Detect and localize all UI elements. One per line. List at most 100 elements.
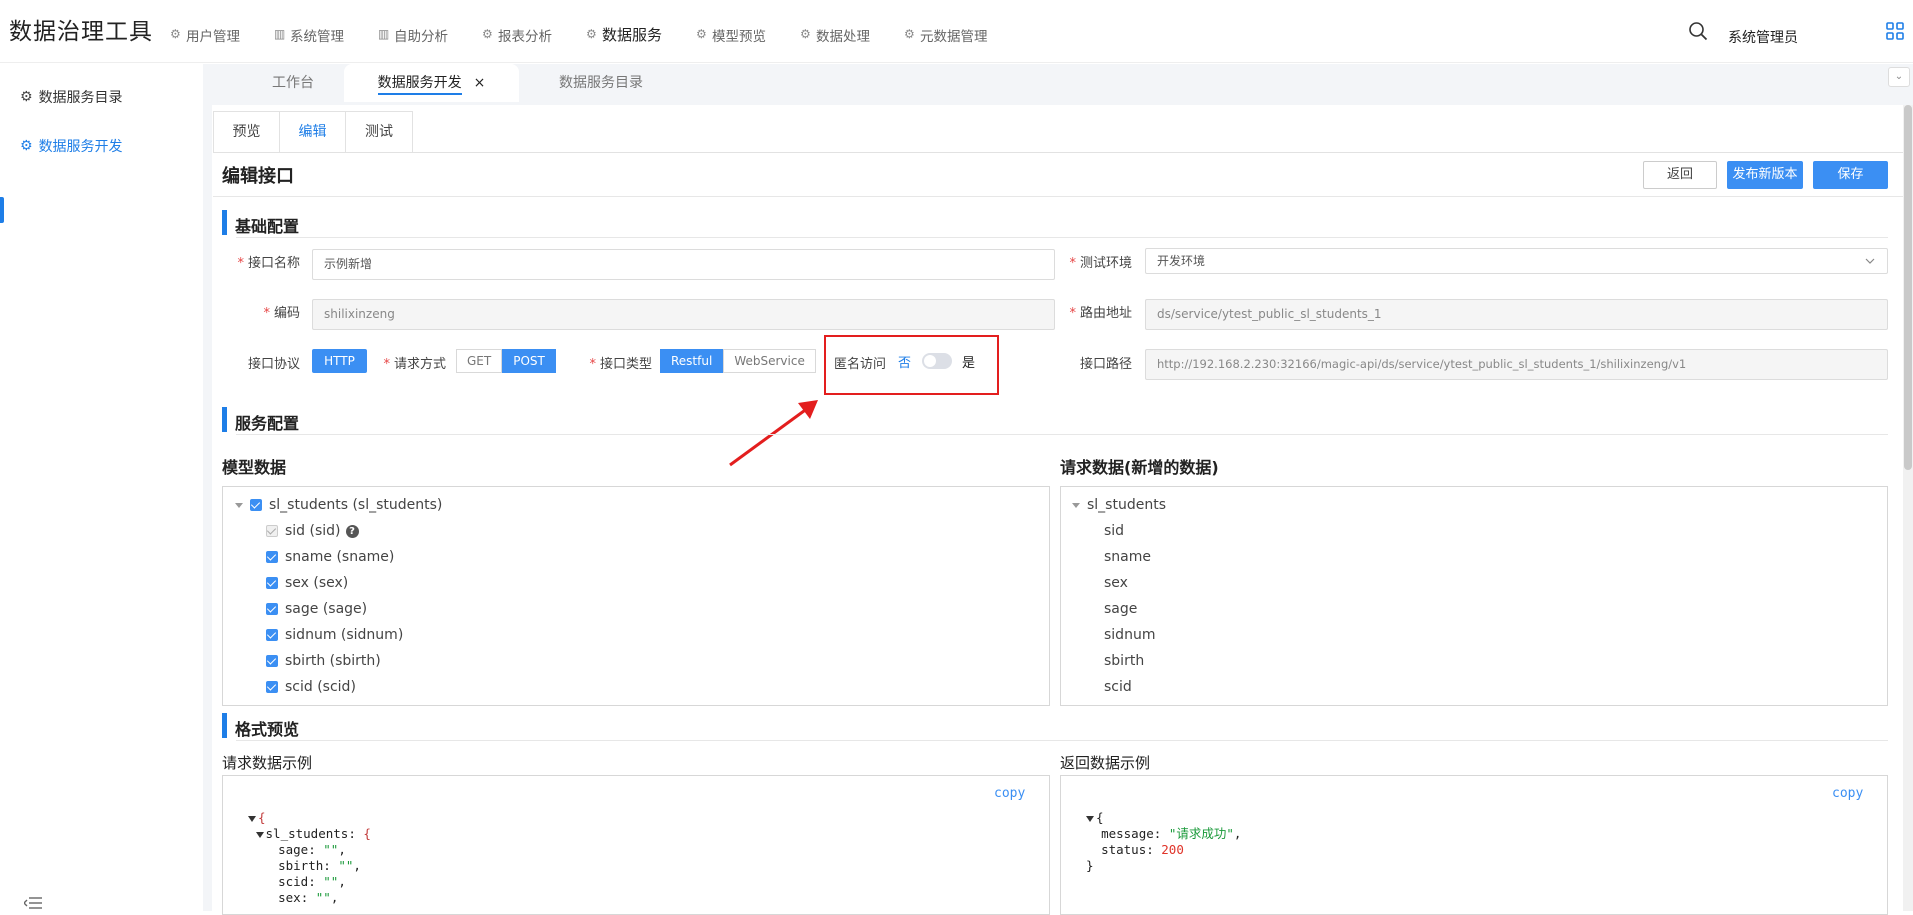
sidebar-item-label: 数据服务目录 bbox=[38, 90, 123, 106]
collapse-menu-icon[interactable] bbox=[24, 896, 42, 910]
tab-service-dev[interactable]: 数据服务开发 × bbox=[344, 64, 519, 102]
interface-path-input[interactable]: http://192.168.2.230:32166/magic-api/ds/… bbox=[1145, 349, 1888, 380]
tree-node[interactable]: sid (sid)? bbox=[266, 523, 359, 539]
nav-report-analysis[interactable]: ⚙ 报表分析 bbox=[482, 24, 552, 45]
interface-name-input[interactable]: 示例新增 bbox=[312, 249, 1055, 280]
tree-node[interactable]: sage bbox=[1104, 601, 1137, 617]
gear-icon: ⚙ bbox=[696, 27, 707, 41]
checkbox-checked[interactable] bbox=[266, 551, 278, 563]
copy-response-button[interactable]: copy bbox=[1832, 786, 1863, 801]
caret-down-icon[interactable] bbox=[1086, 815, 1094, 822]
method-get-option[interactable]: GET bbox=[456, 349, 503, 373]
request-data-tree bbox=[1060, 486, 1888, 706]
gear-icon: ⚙ bbox=[20, 89, 33, 105]
request-data-title: 请求数据(新增的数据) bbox=[1060, 458, 1219, 477]
checkbox-checked[interactable] bbox=[266, 681, 278, 693]
nav-data-service[interactable]: ⚙ 数据服务 bbox=[586, 24, 662, 45]
tree-node[interactable]: sbirth (sbirth) bbox=[266, 653, 381, 669]
sidebar-item-service-dev[interactable]: ⚙ 数据服务开发 bbox=[20, 136, 123, 156]
checkbox-checked[interactable] bbox=[250, 499, 262, 511]
section-basic-config: 基础配置 bbox=[222, 210, 299, 237]
nav-label: 元数据管理 bbox=[920, 28, 988, 45]
bar-chart-icon: ▥ bbox=[274, 27, 286, 41]
nav-label: 用户管理 bbox=[186, 28, 240, 45]
method-post-option[interactable]: POST bbox=[502, 349, 556, 373]
chevron-down-icon: ⌄ bbox=[1894, 71, 1904, 82]
caret-down-icon[interactable] bbox=[248, 815, 256, 822]
search-icon[interactable] bbox=[1688, 21, 1708, 41]
caret-down-icon[interactable] bbox=[255, 831, 264, 838]
question-icon[interactable]: ? bbox=[345, 524, 359, 538]
subtab-test[interactable]: 测试 bbox=[346, 112, 412, 153]
divider bbox=[213, 196, 1903, 197]
tab-workbench[interactable]: 工作台 bbox=[253, 64, 333, 102]
user-name[interactable]: 系统管理员 bbox=[1728, 27, 1798, 47]
top-bar: 数据治理工具 ⚙ 用户管理 ▥ 系统管理 ▥ 自助分析 ⚙ 报表分析 ⚙ 数据服务 ⚙ 模型… bbox=[0, 0, 1913, 63]
checkbox-checked[interactable] bbox=[266, 577, 278, 589]
code-input[interactable]: shilixinzeng bbox=[312, 299, 1055, 330]
nav-label: 数据服务 bbox=[602, 26, 663, 44]
page-title: 编辑接口 bbox=[222, 166, 294, 187]
gear-icon: ⚙ bbox=[586, 27, 597, 41]
save-button[interactable]: 保存 bbox=[1813, 161, 1888, 189]
tree-node[interactable]: sname bbox=[1104, 549, 1151, 565]
type-restful-option[interactable]: Restful bbox=[660, 349, 724, 373]
method-segmented: GET POST bbox=[456, 349, 556, 373]
tree-node[interactable]: sage (sage) bbox=[266, 601, 367, 617]
model-data-title: 模型数据 bbox=[222, 458, 287, 477]
subtab-preview[interactable]: 预览 bbox=[214, 112, 280, 153]
test-env-value: 开发环境 bbox=[1157, 254, 1206, 268]
nav-metadata-management[interactable]: ⚙ 元数据管理 bbox=[904, 24, 988, 45]
publish-version-button[interactable]: 发布新版本 bbox=[1727, 161, 1803, 189]
nav-self-analysis[interactable]: ▥ 自助分析 bbox=[378, 24, 448, 45]
scrollbar[interactable] bbox=[1904, 105, 1912, 470]
copy-request-button[interactable]: copy bbox=[994, 786, 1025, 801]
tree-node[interactable]: scid bbox=[1104, 679, 1132, 695]
nav-system-management[interactable]: ▥ 系统管理 bbox=[274, 24, 344, 45]
tab-service-catalog[interactable]: 数据服务目录 bbox=[541, 64, 661, 102]
tabs-dropdown-button[interactable]: ⌄ bbox=[1888, 67, 1910, 87]
tree-node-root[interactable]: sl_students bbox=[1072, 497, 1166, 513]
nav-user-management[interactable]: ⚙ 用户管理 bbox=[170, 24, 240, 45]
nav-label: 报表分析 bbox=[498, 28, 552, 45]
caret-down-icon[interactable] bbox=[1072, 502, 1080, 508]
tree-node[interactable]: sex bbox=[1104, 575, 1128, 591]
response-json: { message: "请求成功", status: 200 } bbox=[1086, 810, 1242, 873]
back-button[interactable]: 返回 bbox=[1643, 161, 1717, 189]
sidebar-active-indicator bbox=[0, 197, 4, 223]
interface-name-label: * 接口名称 bbox=[237, 256, 300, 271]
interface-type-segmented: Restful WebService bbox=[660, 349, 816, 373]
nav-model-preview[interactable]: ⚙ 模型预览 bbox=[696, 24, 766, 45]
app-title: 数据治理工具 bbox=[9, 19, 153, 45]
tree-node[interactable]: sid bbox=[1104, 523, 1124, 539]
tree-node[interactable]: sbirth bbox=[1104, 653, 1144, 669]
subtab-edit[interactable]: 编辑 bbox=[280, 112, 346, 153]
chevron-down-icon bbox=[1865, 258, 1875, 264]
app-grid-icon[interactable] bbox=[1886, 22, 1904, 40]
caret-down-icon[interactable] bbox=[235, 502, 243, 508]
close-icon[interactable]: × bbox=[474, 75, 486, 91]
sub-tabs: 预览 编辑 测试 bbox=[213, 111, 413, 153]
tree-node[interactable]: sex (sex) bbox=[266, 575, 348, 591]
bar-chart-icon: ▥ bbox=[378, 27, 390, 41]
sidebar-item-service-catalog[interactable]: ⚙ 数据服务目录 bbox=[20, 87, 123, 107]
tree-node[interactable]: sidnum bbox=[1104, 627, 1155, 643]
test-env-label: * 测试环境 bbox=[1069, 256, 1132, 271]
protocol-http-button[interactable]: HTTP bbox=[312, 349, 367, 373]
route-input[interactable]: ds/service/ytest_public_sl_students_1 bbox=[1145, 299, 1888, 330]
checkbox-disabled bbox=[266, 525, 278, 537]
nav-data-processing[interactable]: ⚙ 数据处理 bbox=[800, 24, 870, 45]
checkbox-checked[interactable] bbox=[266, 603, 278, 615]
tree-node-root[interactable]: sl_students (sl_students) bbox=[235, 497, 442, 513]
page-tabs: 工作台 数据服务开发 × 数据服务目录 bbox=[203, 64, 1913, 102]
checkbox-checked[interactable] bbox=[266, 655, 278, 667]
test-env-select[interactable]: 开发环境 bbox=[1145, 248, 1888, 274]
nav-label: 系统管理 bbox=[290, 28, 344, 45]
gear-icon: ⚙ bbox=[904, 27, 915, 41]
tree-node[interactable]: scid (scid) bbox=[266, 679, 356, 695]
tree-node[interactable]: sidnum (sidnum) bbox=[266, 627, 403, 643]
type-webservice-option[interactable]: WebService bbox=[723, 349, 816, 373]
code-label: * 编码 bbox=[263, 306, 300, 321]
tree-node[interactable]: sname (sname) bbox=[266, 549, 394, 565]
checkbox-checked[interactable] bbox=[266, 629, 278, 641]
